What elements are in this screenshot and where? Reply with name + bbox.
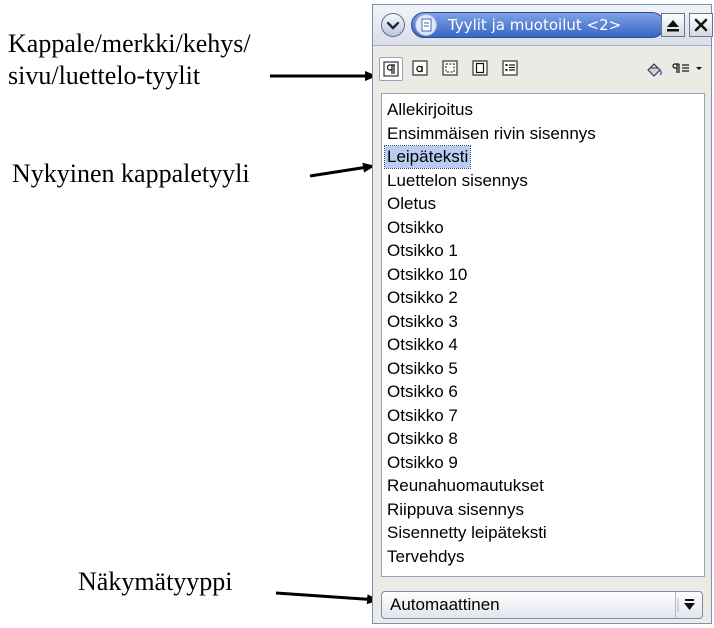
view-type-select[interactable]: Automaattinen <box>381 591 703 619</box>
character-styles-button[interactable] <box>409 57 433 81</box>
dropdown-arrow-icon <box>677 598 695 612</box>
page-styles-button[interactable] <box>469 57 493 81</box>
paragraph-styles-button[interactable] <box>379 57 403 81</box>
page-styles-icon <box>472 60 488 76</box>
titlebar: Tyylit ja muotoilut <2> <box>373 5 713 46</box>
list-item[interactable]: Otsikko 4 <box>385 334 460 356</box>
view-type-value: Automaattinen <box>390 595 500 614</box>
view-type-dropdown-button[interactable] <box>675 592 702 618</box>
list-item[interactable]: Luettelon sisennys <box>385 170 530 192</box>
list-item[interactable]: Tervehdys <box>385 546 466 568</box>
styles-formatting-window: Tyylit ja muotoilut <2> Allekirjoitus En… <box>372 4 713 624</box>
list-item[interactable]: Allekirjoitus <box>385 99 475 121</box>
arrow-view-type <box>275 591 379 605</box>
close-icon <box>694 18 708 32</box>
list-styles-button[interactable] <box>499 57 523 81</box>
list-item[interactable]: Riippuva sisennys <box>385 499 526 521</box>
list-styles-icon <box>502 60 518 76</box>
restore-button[interactable] <box>661 13 685 37</box>
eject-icon <box>667 20 679 32</box>
fill-format-icon <box>647 63 662 77</box>
list-item[interactable]: Otsikko <box>385 217 446 239</box>
paragraph-styles-icon <box>383 61 399 77</box>
style-family-toolbar <box>373 45 711 91</box>
window-title: Tyylit ja muotoilut <2> <box>448 16 622 34</box>
list-item[interactable]: Otsikko 2 <box>385 287 460 309</box>
arrow-current-style <box>309 162 375 178</box>
list-item[interactable]: Otsikko 5 <box>385 358 460 380</box>
window-menu-button[interactable] <box>381 13 405 37</box>
chevron-down-icon <box>386 21 400 30</box>
new-style-menu-icon <box>672 63 702 73</box>
list-item[interactable]: Otsikko 1 <box>385 240 460 262</box>
new-style-menu-button[interactable] <box>669 57 709 81</box>
list-item[interactable]: Otsikko 6 <box>385 381 460 403</box>
list-item[interactable]: Otsikko 7 <box>385 405 460 427</box>
frame-styles-button[interactable] <box>439 57 463 81</box>
list-item[interactable]: Oletus <box>385 193 438 215</box>
list-item[interactable]: Otsikko 8 <box>385 428 460 450</box>
list-item[interactable]: Otsikko 10 <box>385 264 469 286</box>
window-title-pill[interactable]: Tyylit ja muotoilut <2> <box>411 12 665 38</box>
list-item-selected[interactable]: Leipäteksti <box>383 145 472 169</box>
close-button[interactable] <box>689 13 713 37</box>
frame-styles-icon <box>442 60 458 76</box>
fill-format-button[interactable] <box>643 57 667 81</box>
styles-list[interactable]: Allekirjoitus Ensimmäisen rivin sisennys L… <box>381 93 705 577</box>
list-item[interactable]: Otsikko 3 <box>385 311 460 333</box>
list-item[interactable]: Ensimmäisen rivin sisennys <box>385 123 598 145</box>
list-item[interactable]: Sisennetty leipäteksti <box>385 522 549 544</box>
character-styles-icon <box>412 60 428 76</box>
list-item[interactable]: Reunahuomautukset <box>385 475 546 497</box>
list-item[interactable]: Otsikko 9 <box>385 452 460 474</box>
document-icon <box>415 14 437 36</box>
